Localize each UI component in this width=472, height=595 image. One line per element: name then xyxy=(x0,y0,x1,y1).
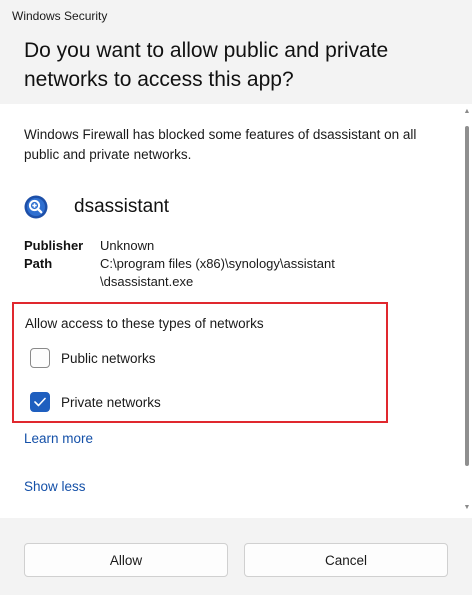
synology-assistant-icon xyxy=(24,195,48,219)
private-networks-option[interactable]: Private networks xyxy=(30,392,161,412)
public-networks-option[interactable]: Public networks xyxy=(30,348,156,368)
publisher-value: Unknown xyxy=(100,238,155,253)
app-row: dsassistant xyxy=(24,193,169,221)
cancel-button[interactable]: Cancel xyxy=(244,543,448,577)
publisher-row: Publisher Unknown xyxy=(24,237,430,255)
firewall-description: Windows Firewall has blocked some featur… xyxy=(24,127,417,162)
learn-more-link[interactable]: Learn more xyxy=(24,431,93,446)
app-details: Publisher Unknown Path C:\program files … xyxy=(24,237,430,291)
show-less-link[interactable]: Show less xyxy=(24,479,86,494)
public-networks-checkbox[interactable] xyxy=(30,348,50,368)
dialog-footer: Allow Cancel xyxy=(0,518,472,595)
publisher-label: Publisher xyxy=(24,238,84,253)
dialog-question: Do you want to allow public and private … xyxy=(24,39,389,91)
private-networks-checkbox[interactable] xyxy=(30,392,50,412)
dialog-content: Windows Firewall has blocked some featur… xyxy=(0,104,472,518)
path-value: C:\program files (x86)\synology\assistan… xyxy=(100,256,335,289)
scrollbar-thumb[interactable] xyxy=(465,126,469,466)
public-networks-label[interactable]: Public networks xyxy=(61,351,156,366)
windows-security-dialog: Windows Security Do you want to allow pu… xyxy=(0,0,472,595)
allow-button[interactable]: Allow xyxy=(24,543,228,577)
vertical-scrollbar[interactable]: ▲ ▼ xyxy=(462,104,472,518)
path-row: Path C:\program files (x86)\synology\ass… xyxy=(24,255,430,291)
network-access-group: Allow access to these types of networks … xyxy=(12,302,388,423)
app-name: dsassistant xyxy=(74,196,170,217)
network-group-title: Allow access to these types of networks xyxy=(25,316,264,331)
window-title: Windows Security xyxy=(12,9,108,23)
scroll-down-icon[interactable]: ▼ xyxy=(463,504,471,512)
path-label: Path xyxy=(24,256,53,271)
checkmark-icon xyxy=(34,397,46,407)
scroll-up-icon[interactable]: ▲ xyxy=(463,108,471,116)
private-networks-label[interactable]: Private networks xyxy=(61,395,161,410)
